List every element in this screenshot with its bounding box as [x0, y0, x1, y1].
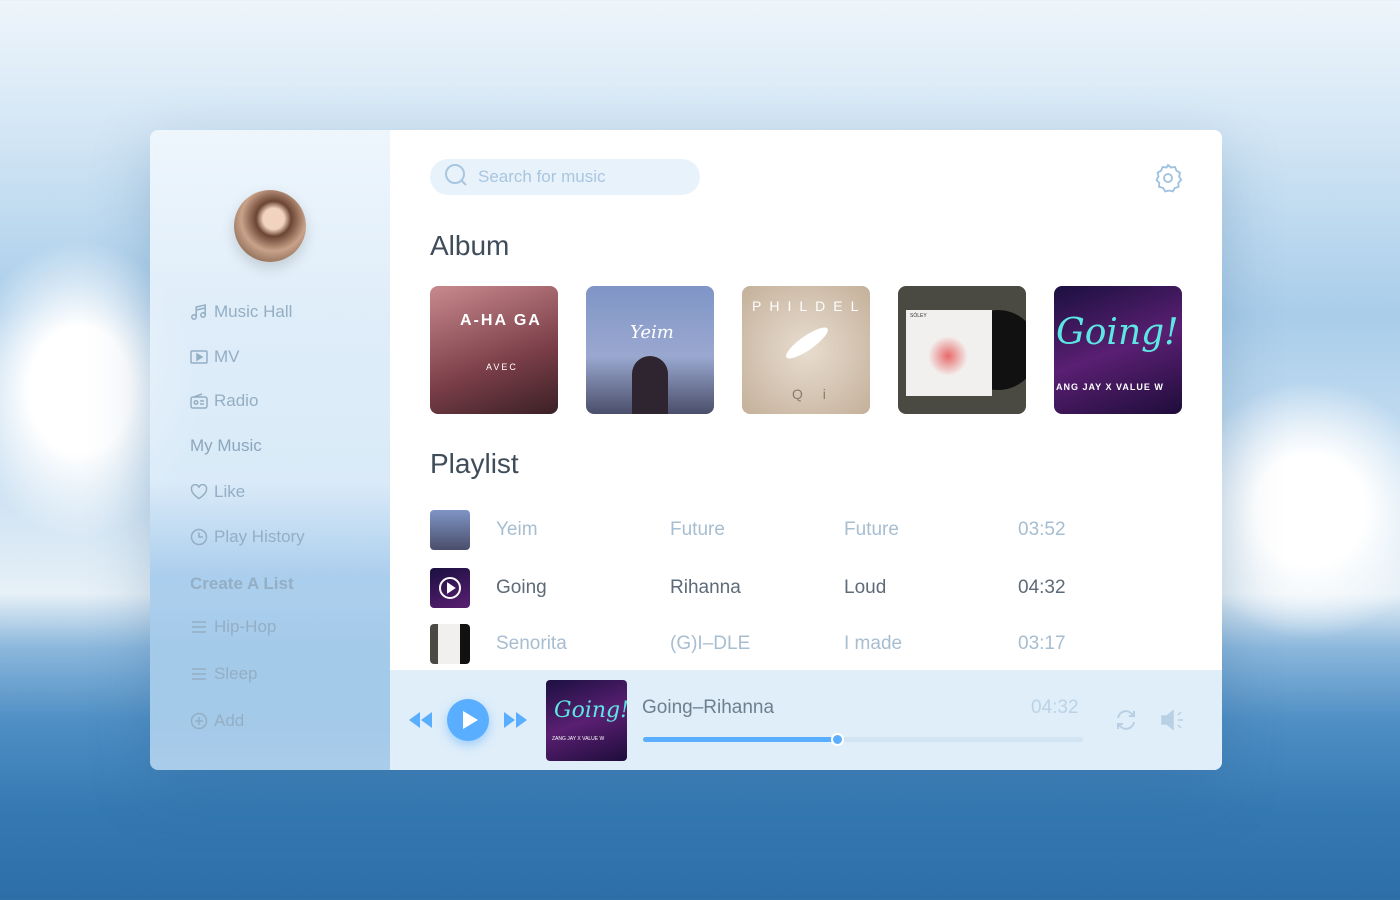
- table-row[interactable]: Going Rihanna Loud 04:32: [430, 566, 1190, 610]
- play-button[interactable]: [447, 699, 489, 741]
- search-input[interactable]: [478, 167, 678, 187]
- album-cover[interactable]: PHILDEL Q i: [742, 286, 870, 414]
- sidebar-item-music-hall[interactable]: Music Hall: [190, 302, 292, 322]
- music-note-icon: [190, 303, 208, 321]
- radio-icon: [190, 392, 208, 410]
- search-icon: [444, 163, 468, 192]
- album-list: A-HA GA AVEC Yeim PHILDEL Q i SÓLEY Going!…: [430, 286, 1182, 414]
- now-playing-cover: Going! ZANG JAY X VALUE W: [546, 680, 627, 761]
- rewind-icon[interactable]: [408, 710, 434, 735]
- sidebar-item-play-history[interactable]: Play History: [190, 527, 305, 547]
- repeat-icon[interactable]: [1114, 708, 1138, 737]
- playlist-heading: Playlist: [430, 448, 519, 479]
- song-thumbnail: [430, 510, 470, 550]
- sidebar-item-sleep[interactable]: Sleep: [190, 664, 257, 684]
- video-icon: [190, 348, 208, 366]
- album-cover[interactable]: Going! ANG JAY X VALUE W: [1054, 286, 1182, 414]
- sidebar: Music Hall MV Radio My Music Like Play H…: [150, 130, 390, 770]
- album-heading: Album: [430, 230, 510, 261]
- sidebar-section-create-list: Create A List: [190, 574, 294, 593]
- sidebar-item-hip-hop[interactable]: Hip-Hop: [190, 617, 276, 637]
- gear-icon[interactable]: [1152, 162, 1184, 199]
- song-thumbnail: [430, 568, 470, 608]
- sidebar-item-like[interactable]: Like: [190, 482, 245, 502]
- song-thumbnail: [430, 624, 470, 664]
- table-row[interactable]: Senorita (G)I–DLE I made 03:17: [430, 622, 1190, 666]
- play-icon: [463, 711, 478, 729]
- album-cover[interactable]: Yeim: [586, 286, 714, 414]
- sidebar-item-mv[interactable]: MV: [190, 347, 240, 367]
- sidebar-item-radio[interactable]: Radio: [190, 391, 258, 411]
- sidebar-item-add[interactable]: Add: [190, 711, 244, 731]
- avatar[interactable]: [234, 190, 306, 262]
- play-circle-icon[interactable]: [438, 576, 462, 606]
- fast-forward-icon[interactable]: [502, 710, 528, 735]
- progress-slider[interactable]: [643, 733, 1083, 746]
- list-icon: [190, 618, 208, 636]
- main-panel: Album A-HA GAAVEC Yeim PHILDELQ i SÓLEY …: [390, 130, 1222, 770]
- progress-handle[interactable]: [830, 733, 844, 746]
- now-playing-title: Going–Rihanna: [642, 697, 775, 718]
- clock-icon: [190, 528, 208, 546]
- music-app-window: Music Hall MV Radio My Music Like Play H…: [150, 130, 1222, 770]
- volume-mute-icon[interactable]: [1160, 708, 1186, 737]
- plus-circle-icon: [190, 712, 208, 730]
- heart-icon: [190, 483, 208, 501]
- table-row[interactable]: Yeim Future Future 03:52: [430, 508, 1190, 552]
- album-cover[interactable]: SÓLEY: [898, 286, 1026, 414]
- now-playing-duration: 04:32: [1031, 697, 1079, 718]
- sidebar-section-my-music: My Music: [190, 436, 262, 455]
- progress-fill: [643, 737, 837, 742]
- list-icon: [190, 665, 208, 683]
- player-bar: Going! ZANG JAY X VALUE W Going–Rihanna 0…: [390, 670, 1222, 770]
- search-bar[interactable]: [430, 159, 700, 195]
- album-cover[interactable]: A-HA GA AVEC: [430, 286, 558, 414]
